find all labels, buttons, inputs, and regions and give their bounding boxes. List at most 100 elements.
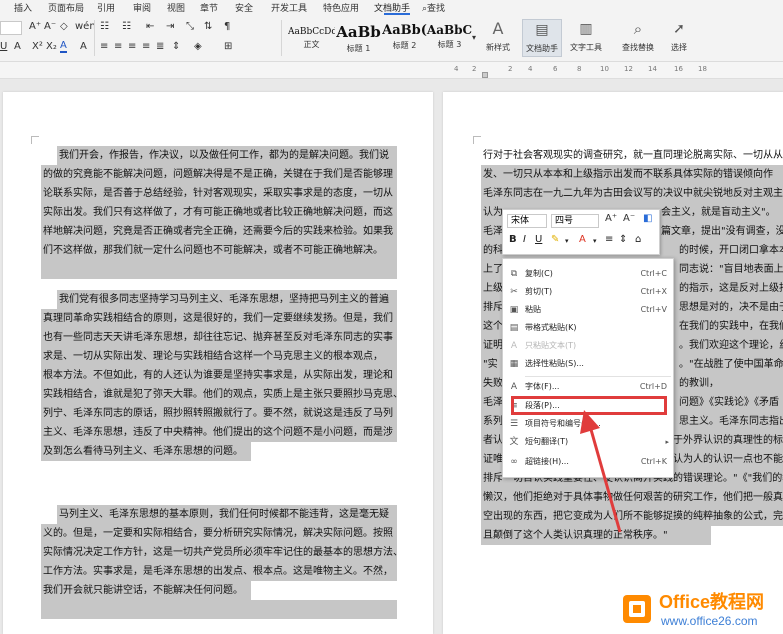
strikethrough-icon[interactable]: A — [14, 41, 21, 52]
line-spacing-icon[interactable]: ⇕ — [172, 41, 180, 52]
font-color-icon[interactable]: A — [579, 234, 586, 245]
menu-developer[interactable]: 开发工具 — [271, 1, 307, 14]
text-line[interactable]: 求是、一切从实际出发、理论与实践相结合这样一个马克思主义的根本观点， — [41, 347, 397, 366]
menu-special-apps[interactable]: 特色应用 — [323, 1, 359, 14]
borders-icon[interactable]: ⊞ — [224, 41, 232, 52]
text-line[interactable]: 毛泽东同志在一九二九年为古田会议写的决议中就尖锐地反对主观主 — [481, 184, 783, 203]
shading-icon[interactable]: ◈ — [194, 41, 202, 52]
text-line[interactable]: 也有一些同志天天讲毛泽东思想，却往往忘记、抛弃甚至反对毛泽东同志的实事 — [41, 328, 397, 347]
text-line[interactable]: 列宁、毛泽东同志的原话，照抄照转照搬就行了。要不然，就说这是违反了马列 — [41, 404, 397, 423]
text-line[interactable]: 义的。但是，一定要和实际相结合，要分析研究实际情况，解决实际问题。按照 — [41, 524, 397, 543]
menu-paste-special[interactable]: ▦ 选择性粘贴(S)... — [503, 355, 675, 373]
text-line[interactable]: 马列主义、毛泽东思想的基本原则，我们任何时候都不能违背，这是毫无疑 — [57, 505, 397, 524]
subscript-icon[interactable]: X₂ — [46, 41, 57, 52]
underline-icon[interactable]: U — [535, 234, 542, 245]
distribute-icon[interactable]: ≣ — [156, 41, 164, 52]
mini-font-select[interactable]: 宋体 — [507, 214, 547, 228]
text-line[interactable]: 我们开会，作报告，作决议，以及做任何工作，都为的是解决问题。我们说 — [57, 146, 397, 165]
show-marks-icon[interactable]: ¶ — [224, 21, 230, 32]
align-left-icon[interactable]: ≡ — [100, 41, 108, 52]
document-page-1[interactable]: 我们开会，作报告，作决议，以及做任何工作，都为的是解决问题。我们说 的做的究竟能… — [3, 92, 433, 634]
text-line[interactable]: 真理同革命实践相结合的原则，这是很好的，我们一定要继续发扬。但是，我们 — [41, 309, 397, 328]
decrease-indent-icon[interactable]: ⇤ — [146, 21, 154, 32]
menu-font[interactable]: A 字体(F)... Ctrl+D — [503, 378, 675, 396]
superscript-icon[interactable]: X² — [32, 41, 43, 52]
dropdown-icon[interactable]: ▾ — [593, 237, 597, 245]
clear-format-icon[interactable]: ◇ — [60, 21, 68, 32]
text-line[interactable]: 根本方法。不但如此，有的人还认为谁要是坚持实事求是，从实际出发，理论和 — [41, 366, 397, 385]
text-line[interactable]: 我们开会就只能讲空话，不能解决任何问题。 — [41, 581, 251, 600]
menu-view[interactable]: 视图 — [167, 1, 185, 14]
text-line[interactable]: 实际情况决定工作方针，这是一切共产党员所必须牢牢记住的最基本的思想方法、 — [41, 543, 397, 562]
format-painter-icon[interactable]: ⌂ — [635, 234, 641, 245]
menu-insert[interactable]: 插入 — [14, 1, 32, 14]
chinese-layout-icon[interactable]: ⤡ — [186, 21, 194, 32]
text-line[interactable]: 论联系实际，是否善于总结经验，针对客观现实，采取实事求是的态度，一切从 — [41, 184, 397, 203]
underline-icon[interactable]: U — [0, 41, 7, 52]
shrink-font-icon[interactable]: A⁻ — [623, 213, 635, 224]
grow-font-icon[interactable]: A⁺ — [29, 21, 41, 32]
line-spacing-icon[interactable]: ⇕ — [619, 234, 627, 245]
text-fragment[interactable]: 思主义。毛泽东同志指出：" — [677, 412, 783, 431]
styles-more-icon[interactable]: ▾ — [472, 33, 476, 42]
find-replace-button[interactable]: ⌕ 查找替换 — [618, 19, 658, 53]
menu-search[interactable]: ⌕查找 — [422, 1, 445, 14]
new-style-button[interactable]: A 新样式 — [478, 19, 518, 53]
indent-marker[interactable] — [482, 72, 488, 78]
menu-review[interactable]: 审阅 — [133, 1, 151, 14]
menu-security[interactable]: 安全 — [235, 1, 253, 14]
menu-cut[interactable]: ✂ 剪切(T) Ctrl+X — [503, 283, 675, 301]
style-normal[interactable]: AaBbCcDd 正文 — [288, 19, 335, 57]
text-fragment[interactable]: 篇文章，提出"没有调查，没 — [659, 222, 783, 241]
horizontal-ruler[interactable]: 4 2 2 4 6 8 10 12 14 16 18 — [0, 62, 783, 79]
text-line[interactable]: 实践相结合，谁就是犯了弥天大罪。他们的观点，实质上是主张只要照抄马克思、 — [41, 385, 397, 404]
text-fragment[interactable]: 在我们的实践中，在我们 — [677, 317, 783, 336]
text-line[interactable]: 及到怎么看待马列主义、毛泽东思想的问题。 — [41, 442, 251, 461]
select-button[interactable]: ➚ 选择 — [664, 19, 694, 53]
style-heading-3[interactable]: AaBbC 标题 3 — [426, 19, 473, 57]
bullets-icon[interactable]: ☷ — [100, 21, 109, 32]
text-line[interactable]: 发、一切只从本本和上级指示出发而不联系具体实际的错误倾向作 — [481, 165, 783, 184]
text-fragment[interactable]: 的指示，这是反对上级指示 — [677, 279, 783, 298]
text-fragment[interactable]: 会主义，就是盲动主义"。 — [659, 203, 783, 222]
text-line[interactable]: 的做的究竟能不能解决问题，问题解决得是不是正确，关键在于我们是否能够理 — [41, 165, 397, 184]
doc-icon[interactable]: ◧ — [643, 213, 652, 224]
menu-paste-text-only[interactable]: A 只粘贴文本(T) — [503, 337, 675, 355]
text-fragment[interactable]: 同志说："盲目地表面上完 — [677, 260, 783, 279]
menu-references[interactable]: 引用 — [97, 1, 115, 14]
text-line[interactable]: 工作方法。实事求是，是毛泽东思想的出发点、根本点。这是唯物主义。不然， — [41, 562, 397, 581]
text-fragment[interactable]: 。"在战胜了使中国革命 — [677, 355, 783, 374]
text-line[interactable]: 行对于社会客观现实的调查研究，就一直同理论脱离实际、一切从从 — [481, 146, 783, 165]
doc-assistant-button[interactable]: ▤ 文档助手 — [522, 19, 562, 57]
text-fragment[interactable]: 思想是对的，决不是由于 — [677, 298, 783, 317]
char-border-icon[interactable]: A — [80, 41, 87, 52]
text-line[interactable]: 样地解决问题，究竟是否正确或者完全正确，还需要今后的实践来检验。如果我 — [41, 222, 397, 241]
justify-icon[interactable]: ≡ — [142, 41, 150, 52]
text-tools-button[interactable]: ▥ 文字工具 — [566, 19, 606, 53]
highlight-icon[interactable]: ✎ — [551, 234, 559, 245]
menu-page-layout[interactable]: 页面布局 — [48, 1, 84, 14]
menu-paste[interactable]: ▣ 粘贴 Ctrl+V — [503, 301, 675, 319]
font-size-select[interactable] — [0, 21, 22, 35]
pinyin-icon[interactable]: wén — [75, 21, 96, 32]
align-center-icon[interactable]: ≡ — [114, 41, 122, 52]
sort-icon[interactable]: ⇅ — [204, 21, 212, 32]
font-color-icon[interactable]: A — [60, 41, 67, 53]
align-center-icon[interactable]: ≡ — [605, 234, 613, 245]
align-right-icon[interactable]: ≡ — [128, 41, 136, 52]
text-fragment[interactable]: 的时候，开口闭口拿本本 — [677, 241, 783, 260]
text-fragment[interactable]: 。我们欢迎这个理论，丝毫 — [677, 336, 783, 355]
increase-indent-icon[interactable]: ⇥ — [166, 21, 174, 32]
style-heading-1[interactable]: AaBb 标题 1 — [335, 19, 382, 57]
text-line[interactable]: 们不这样做，那我们就一定什么问题也不可能解决，或者不可能正确地解决。 — [41, 241, 397, 260]
numbering-icon[interactable]: ☷ — [122, 21, 131, 32]
menu-chapter[interactable]: 章节 — [200, 1, 218, 14]
mini-size-select[interactable]: 四号 — [551, 214, 599, 228]
text-fragment[interactable]: 的教训， — [677, 374, 783, 393]
grow-font-icon[interactable]: A⁺ — [605, 213, 617, 224]
text-line[interactable]: 实际出发。我们只有这样做了，才有可能正确地或者比较正确地解决问题，而这 — [41, 203, 397, 222]
bold-icon[interactable]: B — [509, 234, 517, 245]
menu-copy[interactable]: ⧉ 复制(C) Ctrl+C — [503, 265, 675, 283]
dropdown-icon[interactable]: ▾ — [565, 237, 569, 245]
text-line[interactable]: 主义、毛泽东思想，违反了中央精神。他们提出的这个问题不是小问题，而是涉 — [41, 423, 397, 442]
